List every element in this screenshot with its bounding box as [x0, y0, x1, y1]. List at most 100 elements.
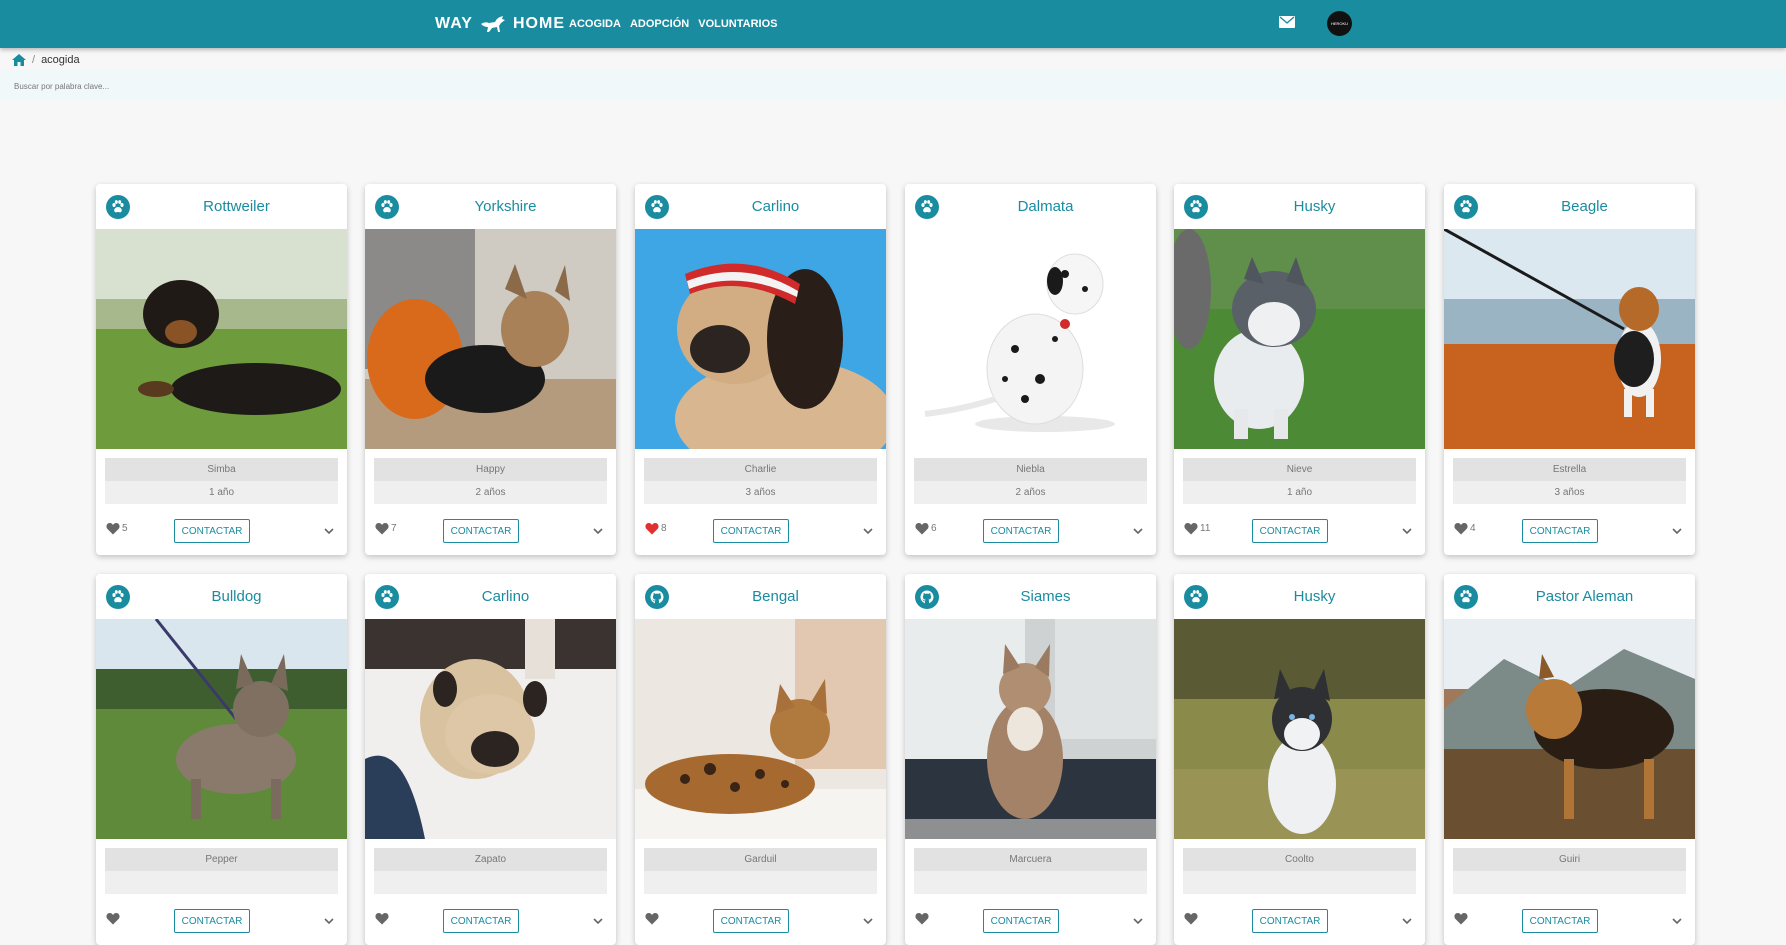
chevron-down-icon[interactable]: [1400, 524, 1414, 538]
like-button[interactable]: [1184, 912, 1200, 925]
like-button[interactable]: [915, 912, 931, 925]
heart-icon: [1184, 913, 1198, 925]
like-button[interactable]: 5: [106, 522, 128, 535]
like-count: 8: [661, 523, 667, 534]
like-count: 5: [122, 523, 128, 534]
contact-button[interactable]: CONTACTAR: [713, 519, 789, 543]
pet-photo[interactable]: [365, 229, 616, 449]
like-button[interactable]: [645, 912, 661, 925]
pet-photo[interactable]: [1444, 229, 1695, 449]
pet-name: Guiri: [1453, 848, 1686, 871]
pet-name: Simba: [105, 458, 338, 481]
card-header: Bulldog: [96, 574, 347, 619]
pet-photo[interactable]: [96, 229, 347, 449]
pet-photo[interactable]: [905, 619, 1156, 839]
pet-photo[interactable]: [1174, 229, 1425, 449]
like-button[interactable]: 8: [645, 522, 667, 535]
paw-icon: [375, 585, 399, 609]
contact-button[interactable]: CONTACTAR: [713, 909, 789, 933]
card-header: Yorkshire: [365, 184, 616, 229]
heart-icon: [915, 913, 929, 925]
like-button[interactable]: 6: [915, 522, 937, 535]
pet-photo[interactable]: [1174, 619, 1425, 839]
pet-card-pastor-aleman: Pastor Aleman Guiri CONTACTAR: [1444, 574, 1695, 945]
contact-button[interactable]: CONTACTAR: [1522, 519, 1598, 543]
card-footer: 7 CONTACTAR: [365, 516, 616, 546]
pet-age: [644, 871, 877, 894]
pet-name: Marcuera: [914, 848, 1147, 871]
pet-card-bulldog: Bulldog Pepper CONTACTAR: [96, 574, 347, 945]
card-header: Dalmata: [905, 184, 1156, 229]
chevron-down-icon[interactable]: [1670, 524, 1684, 538]
contact-button[interactable]: CONTACTAR: [1252, 519, 1328, 543]
contact-button[interactable]: CONTACTAR: [1252, 909, 1328, 933]
card-header: Husky: [1174, 184, 1425, 229]
heart-icon: [375, 913, 389, 925]
pet-age: 2 años: [374, 481, 607, 504]
like-button[interactable]: 7: [375, 522, 397, 535]
card-header: Carlino: [365, 574, 616, 619]
pet-name: Zapato: [374, 848, 607, 871]
pet-photo[interactable]: [635, 619, 886, 839]
pet-name: Pepper: [105, 848, 338, 871]
paw-icon: [106, 585, 130, 609]
chevron-down-icon[interactable]: [1131, 524, 1145, 538]
heart-icon: [1454, 523, 1468, 535]
like-button[interactable]: 11: [1184, 522, 1210, 535]
contact-button[interactable]: CONTACTAR: [443, 519, 519, 543]
contact-button[interactable]: CONTACTAR: [443, 909, 519, 933]
heart-icon: [106, 913, 120, 925]
chevron-down-icon[interactable]: [861, 914, 875, 928]
like-button[interactable]: [375, 912, 391, 925]
contact-button[interactable]: CONTACTAR: [983, 519, 1059, 543]
pet-card-dalmata: Dalmata Niebla 2 años 6 CONTACTAR: [905, 184, 1156, 555]
heart-icon: [915, 523, 929, 535]
chevron-down-icon[interactable]: [1400, 914, 1414, 928]
pet-photo[interactable]: [365, 619, 616, 839]
like-count: 11: [1200, 523, 1211, 534]
pet-photo[interactable]: [1444, 619, 1695, 839]
heart-icon: [645, 523, 659, 535]
card-footer: 4 CONTACTAR: [1444, 516, 1695, 546]
chevron-down-icon[interactable]: [861, 524, 875, 538]
pet-photo[interactable]: [635, 229, 886, 449]
paw-icon: [645, 195, 669, 219]
like-button[interactable]: 4: [1454, 522, 1476, 535]
chevron-down-icon[interactable]: [591, 524, 605, 538]
card-footer: 6 CONTACTAR: [905, 516, 1156, 546]
card-header: Carlino: [635, 184, 886, 229]
pet-age: [1453, 871, 1686, 894]
chevron-down-icon[interactable]: [1131, 914, 1145, 928]
contact-button[interactable]: CONTACTAR: [174, 909, 250, 933]
pet-photo[interactable]: [905, 229, 1156, 449]
pet-name: Nieve: [1183, 458, 1416, 481]
like-button[interactable]: [1454, 912, 1470, 925]
card-breed-title: Siames: [1020, 588, 1071, 605]
chevron-down-icon[interactable]: [322, 914, 336, 928]
paw-icon: [106, 195, 130, 219]
contact-button[interactable]: CONTACTAR: [1522, 909, 1598, 933]
pet-name: Niebla: [914, 458, 1147, 481]
contact-button[interactable]: CONTACTAR: [174, 519, 250, 543]
card-header: Siames: [905, 574, 1156, 619]
chevron-down-icon[interactable]: [591, 914, 605, 928]
chevron-down-icon[interactable]: [322, 524, 336, 538]
card-footer: CONTACTAR: [96, 906, 347, 936]
contact-button[interactable]: CONTACTAR: [983, 909, 1059, 933]
pet-name: Happy: [374, 458, 607, 481]
pet-card-yorkshire: Yorkshire Happy 2 años 7 CONTACTAR: [365, 184, 616, 555]
card-footer: CONTACTAR: [905, 906, 1156, 936]
pet-age: [914, 871, 1147, 894]
like-button[interactable]: [106, 912, 122, 925]
card-footer: CONTACTAR: [635, 906, 886, 936]
card-header: Beagle: [1444, 184, 1695, 229]
chevron-down-icon[interactable]: [1670, 914, 1684, 928]
pet-age: 1 año: [1183, 481, 1416, 504]
card-footer: 5 CONTACTAR: [96, 516, 347, 546]
pet-name: Charlie: [644, 458, 877, 481]
heart-icon: [1454, 913, 1468, 925]
pet-photo[interactable]: [96, 619, 347, 839]
cat-icon: [645, 585, 669, 609]
card-breed-title: Bengal: [752, 588, 799, 605]
paw-icon: [915, 195, 939, 219]
